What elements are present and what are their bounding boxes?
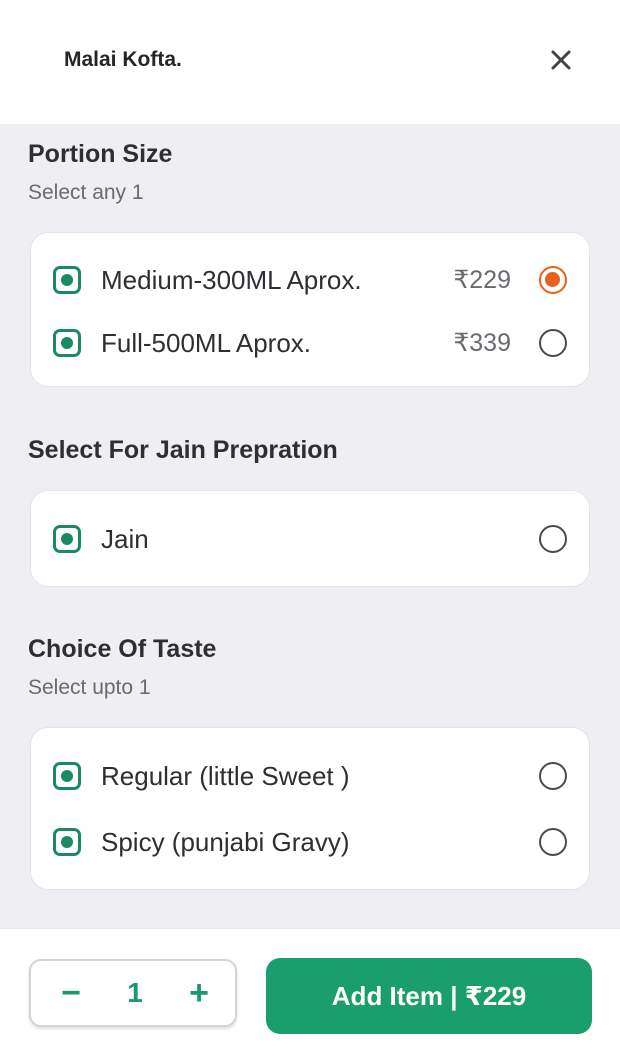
radio-unselected-icon[interactable] <box>539 525 567 553</box>
item-title: Malai Kofta. <box>64 48 182 71</box>
add-item-button[interactable]: Add Item | ₹229 <box>266 958 592 1034</box>
quantity-stepper: − 1 + <box>29 959 237 1027</box>
radio-unselected-icon[interactable] <box>539 762 567 790</box>
close-icon[interactable] <box>545 44 577 76</box>
option-label: Jain <box>101 524 149 554</box>
portion-option-full[interactable]: Full-500ML Aprox. ₹339 <box>31 318 589 368</box>
taste-section-subtitle: Select upto 1 <box>28 676 151 699</box>
veg-indicator-icon <box>53 828 81 856</box>
portion-options-card: Medium-300ML Aprox. ₹229 Full-500ML Apro… <box>30 232 590 387</box>
option-price: ₹339 <box>453 329 511 357</box>
taste-option-regular[interactable]: Regular (little Sweet ) <box>31 751 589 801</box>
jain-section-title: Select For Jain Prepration <box>28 436 338 464</box>
option-label: Spicy (punjabi Gravy) <box>101 827 350 857</box>
sheet-header: Malai Kofta. <box>0 0 620 124</box>
sheet-footer: − 1 + Add Item | ₹229 <box>0 928 620 1062</box>
veg-indicator-icon <box>53 525 81 553</box>
portion-section-title: Portion Size <box>28 140 173 168</box>
option-label: Full-500ML Aprox. <box>101 328 312 358</box>
radio-unselected-icon[interactable] <box>539 828 567 856</box>
jain-options-card: Jain <box>30 490 590 587</box>
jain-option[interactable]: Jain <box>31 514 589 564</box>
decrease-quantity-button[interactable]: − <box>53 974 89 1014</box>
radio-unselected-icon[interactable] <box>539 329 567 357</box>
taste-section-title: Choice Of Taste <box>28 635 217 663</box>
close-button[interactable] <box>545 44 577 76</box>
option-label: Medium-300ML Aprox. <box>101 265 362 295</box>
veg-indicator-icon <box>53 762 81 790</box>
portion-section-subtitle: Select any 1 <box>28 181 144 204</box>
quantity-value: 1 <box>127 977 143 1008</box>
portion-option-medium[interactable]: Medium-300ML Aprox. ₹229 <box>31 255 589 305</box>
option-label: Regular (little Sweet ) <box>101 761 350 791</box>
veg-indicator-icon <box>53 329 81 357</box>
taste-options-card: Regular (little Sweet ) Spicy (punjabi G… <box>30 727 590 890</box>
radio-selected-icon[interactable] <box>539 266 567 294</box>
option-price: ₹229 <box>453 266 511 294</box>
veg-indicator-icon <box>53 266 81 294</box>
increase-quantity-button[interactable]: + <box>181 974 217 1014</box>
taste-option-spicy[interactable]: Spicy (punjabi Gravy) <box>31 817 589 867</box>
item-customization-sheet: Malai Kofta. Portion Size Select any 1 M… <box>0 0 620 1062</box>
